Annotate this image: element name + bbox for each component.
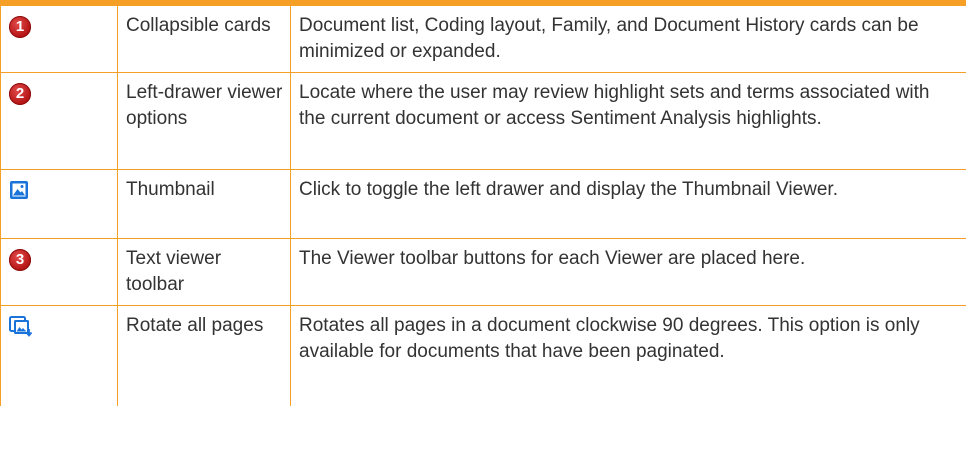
feature-name: Collapsible cards: [117, 6, 291, 73]
feature-description: Rotates all pages in a document clockwis…: [290, 305, 966, 406]
feature-table: 1 Collapsible cards Document list, Codin…: [0, 6, 966, 406]
table-row: 1 Collapsible cards Document list, Codin…: [0, 6, 966, 73]
table-row: Thumbnail Click to toggle the left drawe…: [0, 169, 966, 239]
feature-description: Locate where the user may review highlig…: [290, 72, 966, 170]
number-2-icon: 2: [9, 83, 31, 105]
thumbnail-icon: [9, 180, 29, 208]
table-row: 3 Text viewer toolbar The Viewer toolbar…: [0, 238, 966, 306]
feature-name: Left-drawer viewer options: [117, 72, 291, 170]
feature-description: The Viewer toolbar buttons for each View…: [290, 238, 966, 306]
feature-name: Text viewer toolbar: [117, 238, 291, 306]
feature-name: Thumbnail: [117, 169, 291, 239]
table-row: 2 Left-drawer viewer options Locate wher…: [0, 72, 966, 170]
feature-name: Rotate all pages: [117, 305, 291, 406]
number-3-icon: 3: [9, 249, 31, 271]
rotate-all-pages-icon: [9, 316, 33, 346]
feature-description: Document list, Coding layout, Family, an…: [290, 6, 966, 73]
table-row: Rotate all pages Rotates all pages in a …: [0, 305, 966, 406]
feature-description: Click to toggle the left drawer and disp…: [290, 169, 966, 239]
number-1-icon: 1: [9, 16, 31, 38]
